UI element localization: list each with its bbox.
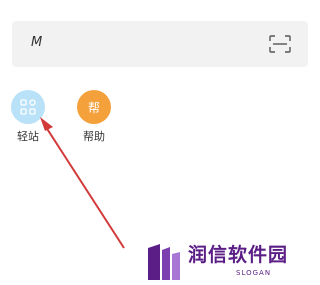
grid-icon bbox=[20, 99, 36, 115]
help-icon: 帮 bbox=[87, 100, 100, 115]
search-input-value[interactable]: M bbox=[31, 35, 42, 51]
search-bar[interactable]: M bbox=[12, 21, 308, 67]
watermark-logo bbox=[148, 244, 180, 280]
scan-icon[interactable] bbox=[269, 35, 291, 53]
shortcut-bangzhu[interactable]: 帮 帮助 bbox=[72, 90, 116, 144]
watermark: 润信软件园 SLOGAN bbox=[138, 238, 308, 282]
watermark-slogan: SLOGAN bbox=[236, 269, 272, 277]
shortcut-label-bangzhu: 帮助 bbox=[83, 130, 105, 143]
shortcut-qingzhan[interactable]: 轻站 bbox=[6, 90, 50, 144]
bangzhu-icon-circle[interactable]: 帮 bbox=[77, 90, 111, 124]
qingzhan-icon-circle[interactable] bbox=[11, 90, 45, 124]
shortcut-label-qingzhan: 轻站 bbox=[17, 130, 39, 143]
watermark-text: 润信软件园 bbox=[188, 244, 289, 266]
